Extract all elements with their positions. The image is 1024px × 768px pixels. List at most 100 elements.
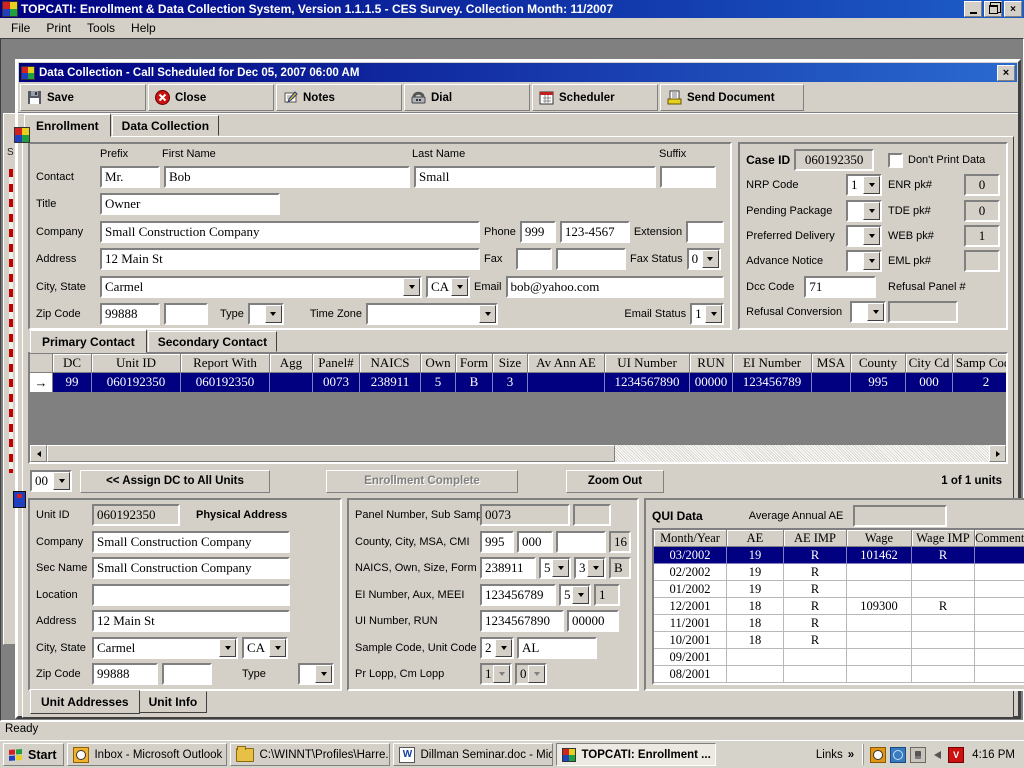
refusal-conversion-dropdown[interactable] bbox=[850, 301, 886, 323]
dropdown-arrow-icon[interactable] bbox=[479, 305, 496, 323]
dialog-close-button[interactable]: × bbox=[997, 65, 1015, 81]
links-toolbar[interactable]: Links » bbox=[810, 749, 860, 761]
city-code-input[interactable] bbox=[517, 531, 553, 553]
dropdown-arrow-icon[interactable] bbox=[269, 639, 286, 657]
tab-data-collection[interactable]: Data Collection bbox=[112, 115, 219, 136]
zip4-input[interactable] bbox=[164, 303, 208, 325]
phone-area-input[interactable] bbox=[520, 221, 556, 243]
dc-code-dropdown[interactable]: 00 bbox=[30, 470, 72, 492]
prefix-input[interactable] bbox=[100, 166, 160, 188]
grid-column-header[interactable]: County bbox=[851, 354, 906, 373]
sample-code-dropdown[interactable]: 2 bbox=[480, 637, 514, 659]
address-input[interactable] bbox=[100, 248, 480, 270]
grid-column-header[interactable]: MSA bbox=[812, 354, 851, 373]
enrollment-complete-button[interactable]: Enrollment Complete bbox=[326, 470, 518, 493]
qui-table-row[interactable]: 01/2002 19 R bbox=[654, 581, 1024, 598]
size-dropdown[interactable]: 3 bbox=[574, 557, 606, 579]
scheduler-button[interactable]: Scheduler bbox=[532, 84, 658, 111]
sec-name-input[interactable] bbox=[92, 557, 290, 579]
grid-column-header[interactable]: Unit ID bbox=[92, 354, 181, 373]
dropdown-arrow-icon[interactable] bbox=[705, 305, 722, 323]
grid-data-row[interactable]: → 9906019235006019235000732389115B312345… bbox=[30, 373, 1006, 392]
dropdown-arrow-icon[interactable] bbox=[265, 305, 282, 323]
fax-number-input[interactable] bbox=[556, 248, 626, 270]
grid-column-header[interactable]: EI Number bbox=[733, 354, 812, 373]
dropdown-arrow-icon[interactable] bbox=[863, 227, 880, 245]
naics-input[interactable] bbox=[480, 557, 536, 579]
first-name-input[interactable] bbox=[164, 166, 410, 188]
tray-volume-icon[interactable] bbox=[930, 748, 944, 762]
tab-enrollment[interactable]: Enrollment bbox=[24, 113, 111, 137]
cm-lopp-dropdown[interactable]: 0 bbox=[515, 663, 547, 685]
dropdown-arrow-icon[interactable] bbox=[403, 278, 420, 296]
aux-dropdown[interactable]: 5 bbox=[559, 584, 591, 606]
email-status-dropdown[interactable]: 1 bbox=[690, 303, 724, 325]
grid-column-header[interactable]: Report With bbox=[181, 354, 270, 373]
unit-address-input[interactable] bbox=[92, 610, 290, 632]
scroll-left-button[interactable] bbox=[30, 445, 47, 462]
tray-antivirus-icon[interactable]: V bbox=[948, 747, 964, 763]
menu-print[interactable]: Print bbox=[39, 20, 78, 36]
minimized-window-icon[interactable] bbox=[14, 127, 30, 143]
qui-col-ae[interactable]: AE bbox=[727, 530, 784, 547]
qui-table-row[interactable]: 10/2001 18 R bbox=[654, 632, 1024, 649]
task-topcati[interactable]: TOPCATI: Enrollment ... bbox=[556, 743, 716, 766]
state-dropdown[interactable]: CA bbox=[426, 276, 470, 298]
dropdown-arrow-icon[interactable] bbox=[495, 639, 512, 657]
dont-print-checkbox[interactable] bbox=[888, 153, 903, 168]
minimized-document-icon[interactable] bbox=[13, 491, 26, 508]
save-button[interactable]: Save bbox=[20, 84, 146, 111]
city-dropdown[interactable]: Carmel bbox=[100, 276, 422, 298]
ui-number-input[interactable] bbox=[480, 610, 564, 632]
advance-notice-dropdown[interactable] bbox=[846, 250, 882, 272]
grid-column-header[interactable]: Agg bbox=[270, 354, 313, 373]
dropdown-arrow-icon[interactable] bbox=[863, 202, 880, 220]
task-outlook[interactable]: Inbox - Microsoft Outlook bbox=[67, 743, 227, 766]
extension-input[interactable] bbox=[686, 221, 724, 243]
qui-col-wage-imp[interactable]: Wage IMP bbox=[912, 530, 975, 547]
unit-zip4-input[interactable] bbox=[162, 663, 212, 685]
dropdown-arrow-icon[interactable] bbox=[552, 559, 569, 577]
start-button[interactable]: Start bbox=[3, 743, 64, 766]
dropdown-arrow-icon[interactable] bbox=[53, 472, 70, 490]
scrollbar-thumb[interactable] bbox=[47, 445, 615, 462]
qui-col-ae-imp[interactable]: AE IMP bbox=[784, 530, 847, 547]
grid-column-header[interactable]: UI Number bbox=[605, 354, 690, 373]
dropdown-arrow-icon[interactable] bbox=[451, 278, 468, 296]
unit-company-input[interactable] bbox=[92, 531, 290, 553]
company-input[interactable] bbox=[100, 221, 480, 243]
last-name-input[interactable] bbox=[414, 166, 656, 188]
unit-type-dropdown[interactable] bbox=[298, 663, 334, 685]
dial-button[interactable]: Dial bbox=[404, 84, 530, 111]
email-input[interactable] bbox=[506, 276, 725, 298]
unit-code-input[interactable] bbox=[517, 637, 597, 659]
notes-button[interactable]: Notes bbox=[276, 84, 402, 111]
task-word-document[interactable]: W Dillman Seminar.doc - Mic... bbox=[393, 743, 553, 766]
grid-column-header[interactable]: Form bbox=[456, 354, 493, 373]
qui-table-row[interactable]: 03/2002 19 R 101462 R bbox=[654, 547, 1024, 564]
qui-col-comment[interactable]: Comment bbox=[975, 530, 1024, 547]
location-input[interactable] bbox=[92, 584, 290, 606]
task-explorer-folder[interactable]: C:\WINNT\Profiles\Harre... bbox=[230, 743, 390, 766]
run-input[interactable] bbox=[567, 610, 619, 632]
qui-col-wage[interactable]: Wage bbox=[847, 530, 912, 547]
minimize-button[interactable] bbox=[964, 1, 982, 17]
dropdown-arrow-icon[interactable] bbox=[587, 559, 604, 577]
preferred-delivery-dropdown[interactable] bbox=[846, 225, 882, 247]
grid-horizontal-scrollbar[interactable] bbox=[30, 445, 1006, 462]
pr-lopp-dropdown[interactable]: 1 bbox=[480, 663, 512, 685]
own-dropdown[interactable]: 5 bbox=[539, 557, 571, 579]
grid-column-header[interactable]: Panel# bbox=[313, 354, 360, 373]
dropdown-arrow-icon[interactable] bbox=[219, 639, 236, 657]
qui-table-row[interactable]: 09/2001 bbox=[654, 649, 1024, 666]
grid-column-header[interactable]: Av Ann AE bbox=[528, 354, 605, 373]
ei-number-input[interactable] bbox=[480, 584, 556, 606]
dropdown-arrow-icon[interactable] bbox=[572, 586, 589, 604]
fax-status-dropdown[interactable]: 0 bbox=[687, 248, 721, 270]
dropdown-arrow-icon[interactable] bbox=[493, 665, 510, 683]
title-input[interactable] bbox=[100, 193, 280, 215]
grid-column-header[interactable]: Size bbox=[493, 354, 528, 373]
pending-package-dropdown[interactable] bbox=[846, 200, 882, 222]
dropdown-arrow-icon[interactable] bbox=[315, 665, 332, 683]
send-document-button[interactable]: Send Document bbox=[660, 84, 804, 111]
